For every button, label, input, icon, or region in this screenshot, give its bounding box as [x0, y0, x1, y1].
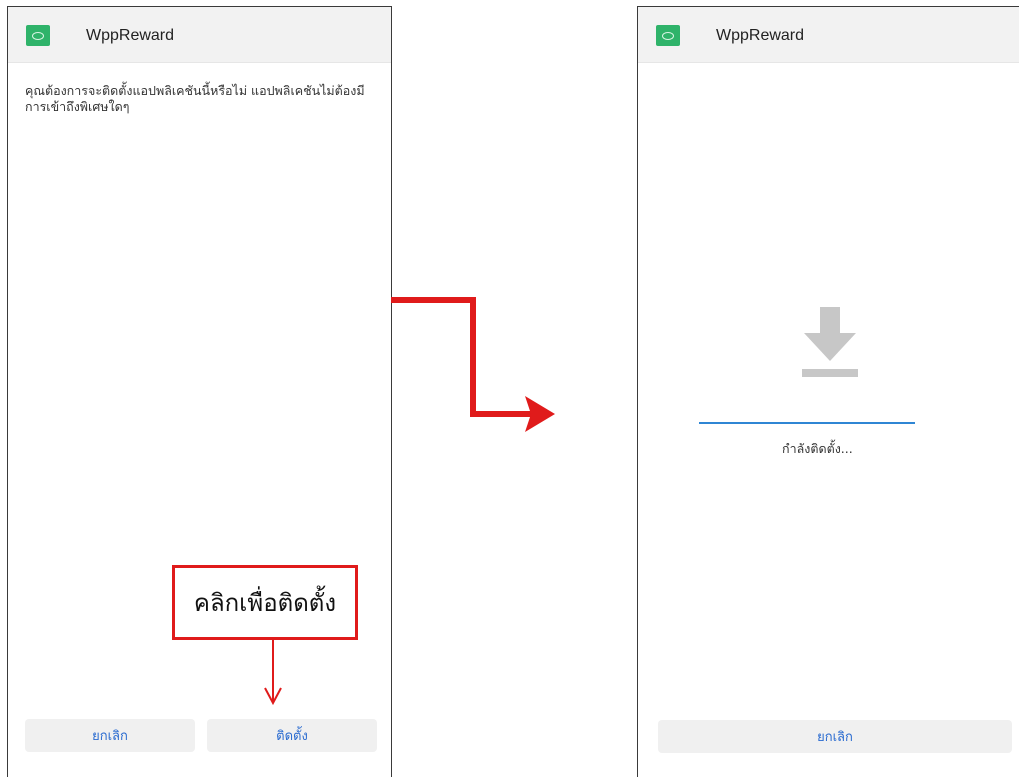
red-right-arrow-icon: [391, 297, 555, 432]
install-progress-bar: [699, 422, 915, 424]
app-title: WppReward: [716, 27, 805, 44]
app-logo-icon: [656, 25, 680, 46]
install-button[interactable]: ติดตั้ง: [207, 719, 377, 752]
app-header: WppReward: [638, 7, 1019, 63]
right-phone-screen: WppReward กำลังติดตั้ง... ยกเลิก: [637, 6, 1019, 777]
download-arrow-icon: [802, 307, 858, 377]
left-phone-screen: WppReward คุณต้องการจะติดตั้งแอปพลิเคชัน…: [7, 6, 392, 777]
installing-status-text: กำลังติดตั้ง...: [782, 441, 853, 456]
cancel-button[interactable]: ยกเลิก: [658, 720, 1012, 753]
red-down-arrow-icon: [264, 640, 282, 706]
cancel-button[interactable]: ยกเลิก: [25, 719, 195, 752]
